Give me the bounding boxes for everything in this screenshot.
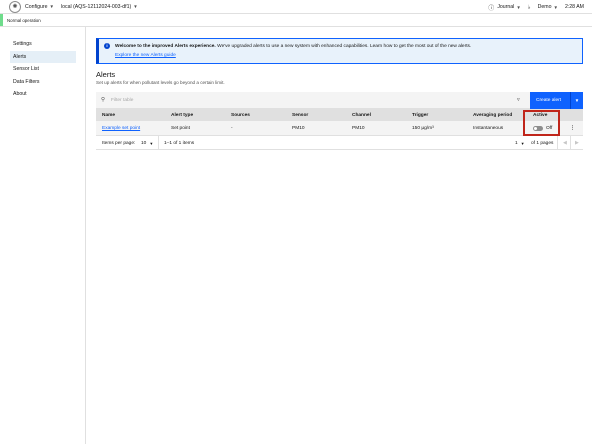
create-alert-button[interactable]: Create alert ▼ [530,92,583,109]
chevron-down-icon: ▼ [133,4,138,9]
configure-menu-label: Configure [25,3,48,10]
chevron-down-icon: ▼ [553,4,558,10]
column-header-sources[interactable]: Sources [231,109,250,121]
sidebar-item-settings[interactable]: Settings [10,38,76,50]
banner-title: Welcome to the improved Alerts experienc… [115,44,216,49]
cell-trigger: 150 µg/m³ [412,125,434,131]
device-selector-label: local (AQS-12112024-003-df1) [60,3,132,10]
page-value: 1 [515,140,518,146]
items-range: 1–1 of 1 items [164,140,195,146]
status-text: Normal operation [7,18,41,23]
chevron-down-icon: ▼ [49,4,54,9]
items-per-page-label: Items per page: [102,140,136,146]
divider [570,136,571,150]
device-selector[interactable]: local (AQS-12112024-003-df1) ▼ [61,4,138,10]
clock: 2:28 AM [564,4,584,10]
next-page-icon[interactable]: ▶ [575,136,579,150]
chevron-down-icon: ▼ [520,140,525,146]
chevron-down-icon[interactable]: ▼ [570,92,583,109]
top-header: ✺ Configure ▼ local (AQS-12112024-003-df… [0,0,592,14]
cell-averaging-period: Instantaneous [473,125,504,131]
cell-channel: PM10 [352,125,365,131]
user-menu[interactable]: Demo ▼ [538,4,558,10]
search-icon: ⚲ [101,97,106,103]
user-label: Demo [537,4,552,10]
banner-text: We've upgraded alerts to use a new syste… [217,44,472,49]
sidebar: Settings Alerts Sensor List Data Filters… [0,27,86,444]
journal-menu[interactable]: ⓘ Journal ▼ [488,3,521,12]
sidebar-item-sensor-list[interactable]: Sensor List [10,63,76,75]
cell-alert-type: Set point [171,125,190,131]
create-alert-label: Create alert [536,98,562,103]
column-header-averaging-period[interactable]: Averaging period [473,109,512,121]
divider [158,136,159,150]
overflow-menu-icon[interactable]: ⋮ [570,121,575,135]
page-select[interactable]: 1 ▼ [515,136,525,150]
chevron-down-icon: ▼ [149,140,154,146]
journal-label: Journal [497,4,515,10]
page-count: of 1 pages [531,140,554,146]
column-header-sensor[interactable]: Sensor [292,109,308,121]
filter-input[interactable]: Filter table [111,98,133,103]
column-header-name[interactable]: Name [102,109,115,121]
configure-menu[interactable]: Configure ▼ [25,4,54,10]
info-banner: i Welcome to the improved Alerts experie… [96,38,583,64]
page-subtitle: Set up alerts for when pollutant levels … [96,80,225,85]
items-per-page-value: 10 [141,140,147,146]
column-header-channel[interactable]: Channel [352,109,371,121]
sidebar-item-data-filters[interactable]: Data Filters [10,76,76,88]
banner-message: Welcome to the improved Alerts experienc… [115,44,471,49]
sidebar-item-alerts[interactable]: Alerts [10,51,76,63]
help-icon: ⓘ [488,5,495,12]
alert-name-link[interactable]: Example set point [102,121,140,135]
status-indicator [0,14,3,26]
bell-icon[interactable]: ♭ [528,4,531,11]
page-title: Alerts [96,70,116,79]
items-per-page-select[interactable]: 10 ▼ [141,136,153,150]
banner-guide-link[interactable]: Explore the new Alerts guide [115,53,176,58]
pagination: Items per page: 10 ▼ 1–1 of 1 items 1 ▼ … [96,136,583,150]
divider [557,136,558,150]
chevron-down-icon: ▼ [516,4,521,10]
filter-icon[interactable]: ▿ [517,97,520,103]
cell-sensor: PM10 [292,125,305,131]
highlight-box [523,110,560,136]
app-logo-icon[interactable]: ✺ [9,0,21,13]
previous-page-icon[interactable]: ◀ [563,136,567,150]
table-row: Example set point Set point - PM10 PM10 … [96,121,583,136]
table-header: Name Alert type Sources Sensor Channel T… [96,109,583,121]
cell-sources: - [231,125,233,131]
sidebar-item-about[interactable]: About [10,88,76,100]
table-toolbar: ⚲ Filter table ▿ [96,92,583,109]
status-bar: Normal operation [0,14,592,27]
info-icon: i [104,43,110,49]
column-header-trigger[interactable]: Trigger [412,109,428,121]
column-header-alert-type[interactable]: Alert type [171,109,193,121]
